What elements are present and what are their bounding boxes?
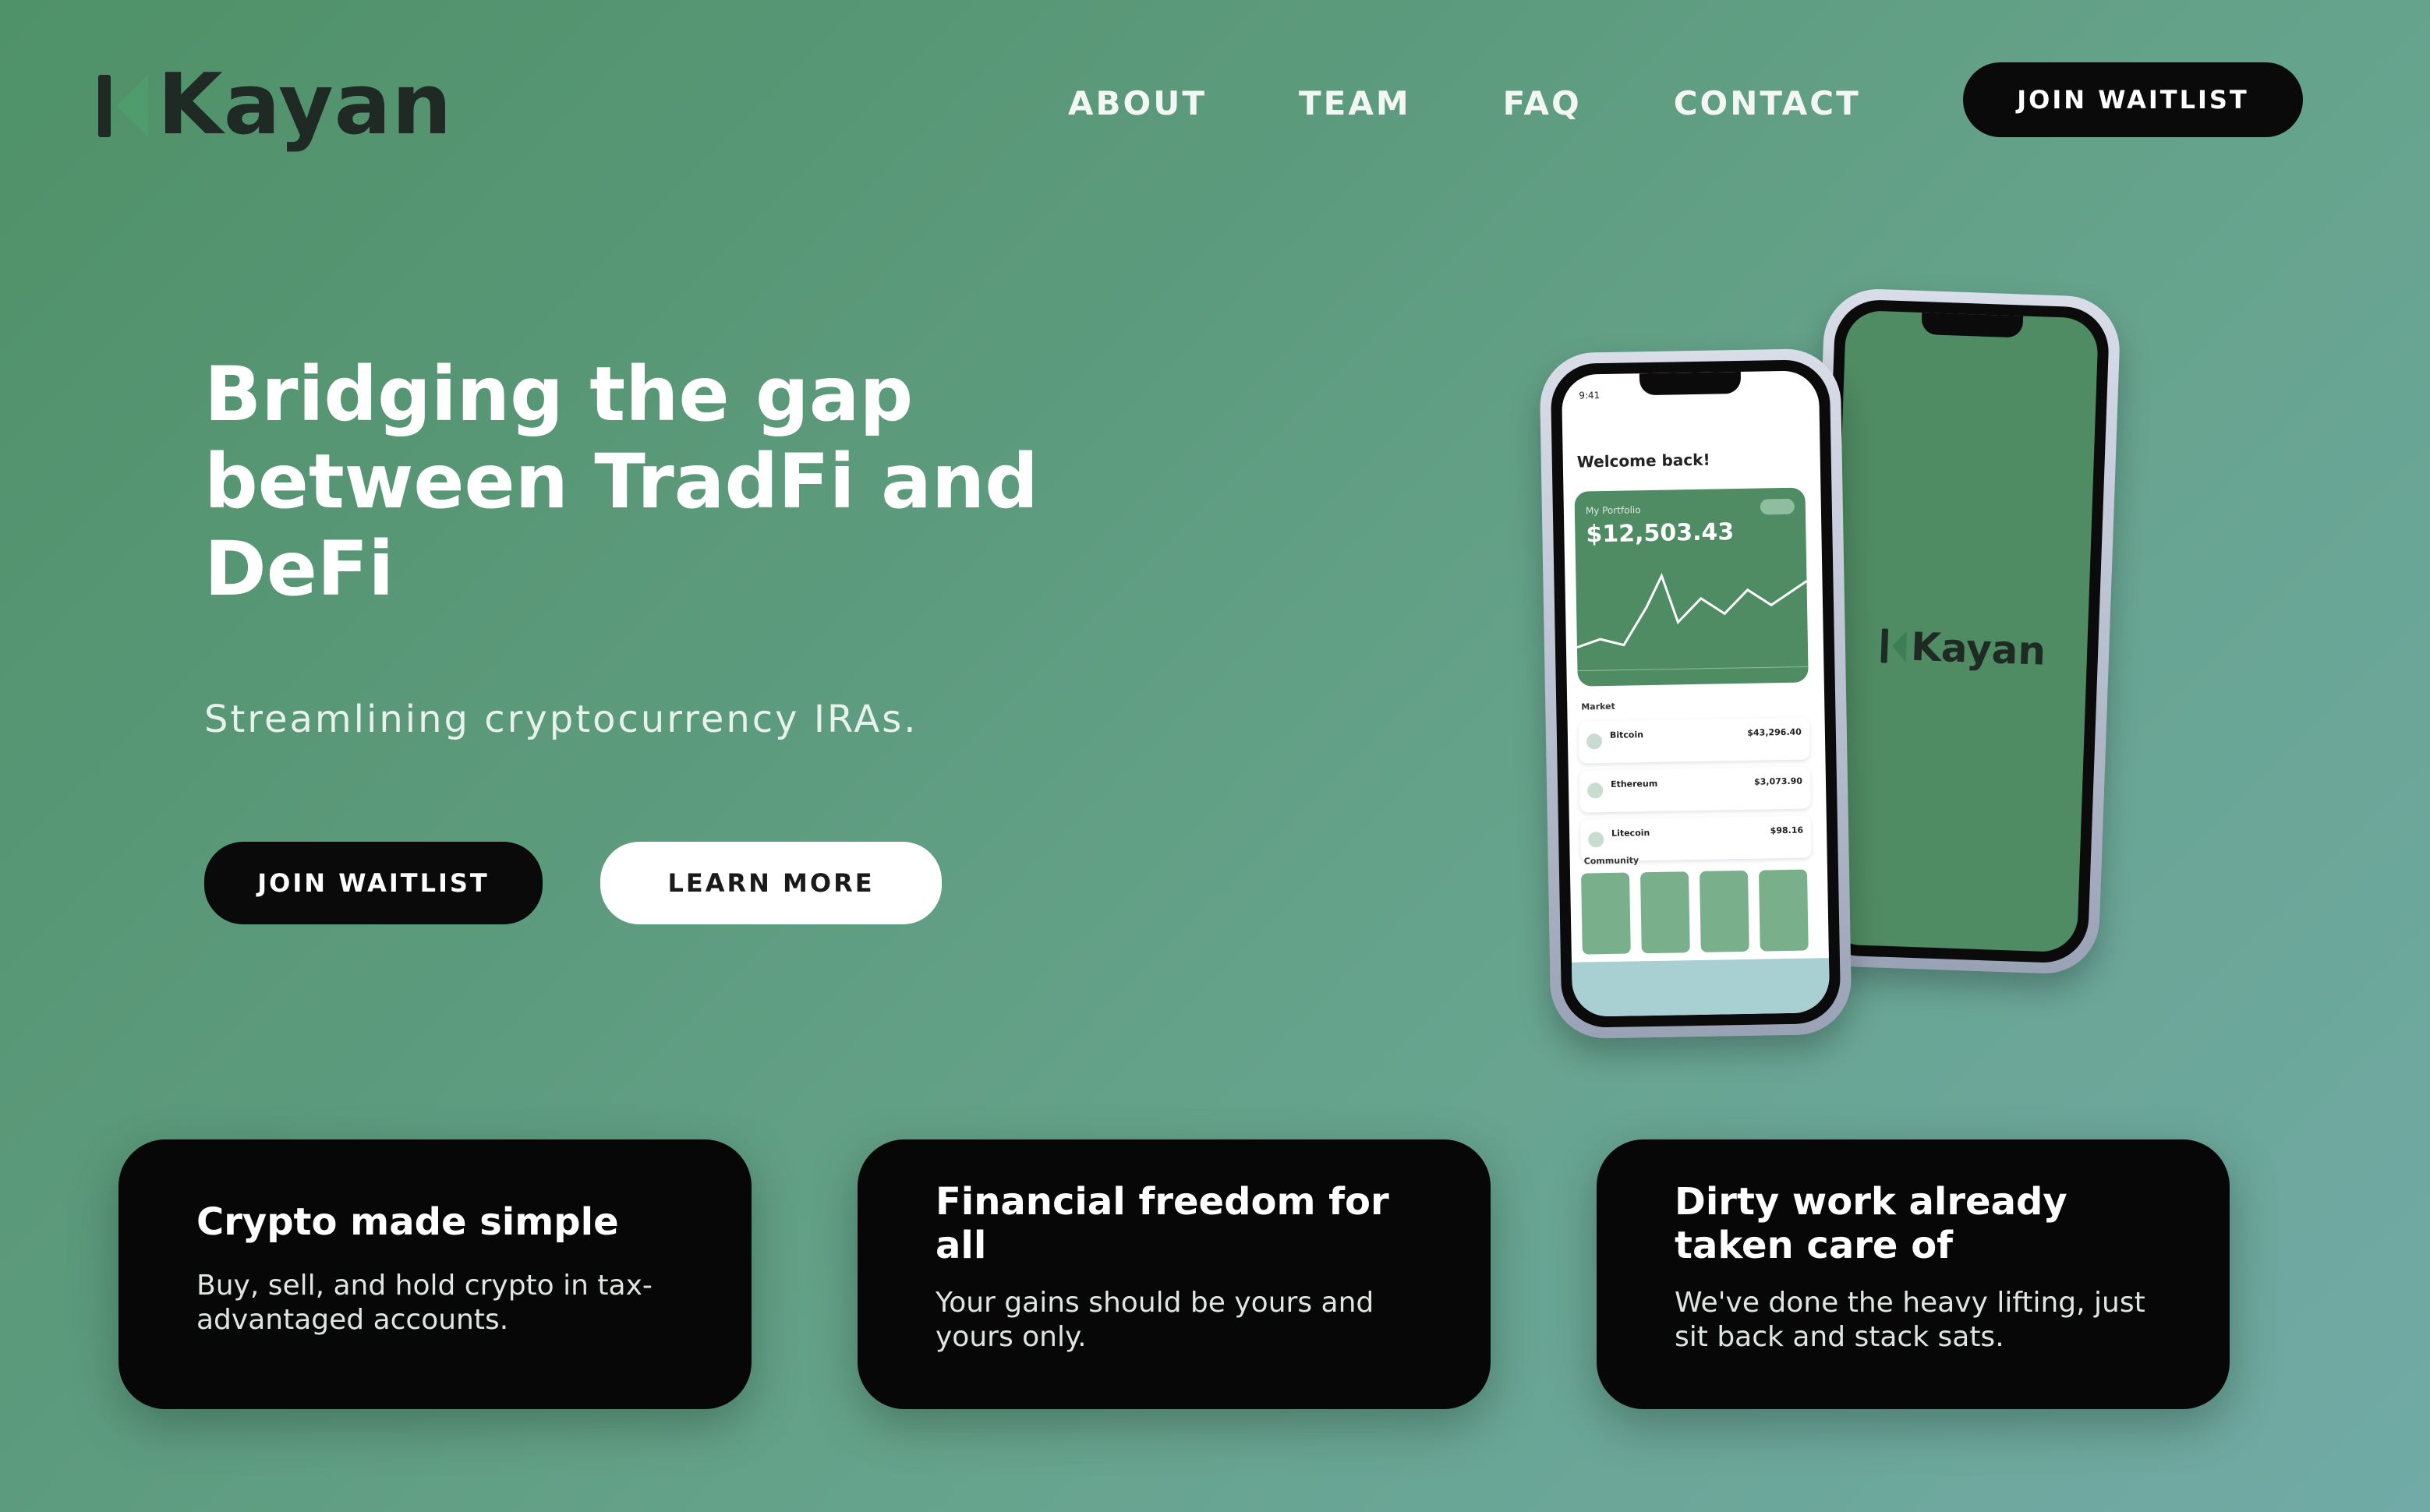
coin-icon — [1588, 832, 1604, 848]
phone-back-logo: Kayan — [1880, 623, 2046, 674]
community-tile — [1699, 870, 1749, 952]
phone-mockup-front: 9:41 Welcome back! My Portfolio $12,503.… — [1539, 348, 1852, 1040]
kayan-logo-icon — [95, 70, 151, 140]
community-section-label: Community — [1583, 855, 1639, 867]
brand-logo[interactable]: Kayan — [95, 62, 452, 148]
feature-title: Financial freedom for all — [936, 1180, 1389, 1267]
phone-bottom-bar — [1571, 958, 1830, 1017]
community-tile — [1758, 869, 1809, 952]
hero-learn-more-button[interactable]: LEARN MORE — [600, 842, 942, 924]
asset-row[interactable]: Ethereum $3,073.90 — [1579, 766, 1811, 813]
hero-title: Bridging the gap between TradFi and DeFi — [204, 351, 1038, 613]
phone-welcome-text: Welcome back! — [1576, 450, 1710, 472]
hero-join-waitlist-button[interactable]: JOIN WAITLIST — [204, 842, 543, 924]
nav-about-link[interactable]: ABOUT — [1068, 84, 1207, 122]
phone-mockup-back: Kayan — [1801, 287, 2122, 976]
feature-title: Crypto made simple — [196, 1200, 619, 1244]
asset-row[interactable]: Bitcoin $43,296.40 — [1578, 717, 1810, 764]
community-tiles — [1581, 869, 1820, 955]
market-section-label: Market — [1581, 701, 1615, 712]
nav-team-link[interactable]: TEAM — [1299, 84, 1411, 122]
coin-icon — [1586, 733, 1603, 750]
main-nav: ABOUT TEAM FAQ CONTACT — [1068, 84, 1861, 122]
nav-contact-link[interactable]: CONTACT — [1674, 84, 1861, 122]
feature-title: Dirty work already taken care of — [1675, 1180, 2067, 1267]
community-tile — [1581, 872, 1631, 955]
feature-card-crypto-simple: Crypto made simple Buy, sell, and hold c… — [118, 1139, 752, 1409]
feature-body: Buy, sell, and hold crypto in tax-advant… — [196, 1270, 653, 1336]
brand-name: Kayan — [157, 56, 453, 154]
nav-faq-link[interactable]: FAQ — [1503, 84, 1582, 122]
portfolio-card: My Portfolio $12,503.43 — [1574, 487, 1809, 687]
portfolio-sparkline-icon — [1576, 572, 1809, 672]
portfolio-value: $12,503.43 — [1586, 518, 1735, 549]
asset-row[interactable]: Litecoin $98.16 — [1579, 815, 1812, 862]
feature-card-financial-freedom: Financial freedom for all Your gains sho… — [858, 1139, 1491, 1409]
feature-body: Your gains should be yours and yours onl… — [936, 1287, 1374, 1353]
phone-time: 9:41 — [1579, 390, 1601, 401]
header-join-waitlist-button[interactable]: JOIN WAITLIST — [1963, 62, 2303, 137]
portfolio-label: My Portfolio — [1585, 504, 1641, 517]
portfolio-badge — [1760, 498, 1795, 515]
feature-body: We've done the heavy lifting, just sit b… — [1675, 1287, 2145, 1353]
community-tile — [1639, 871, 1690, 954]
hero-subtitle: Streamlining cryptocurrency IRAs. — [204, 698, 918, 741]
feature-card-dirty-work: Dirty work already taken care of We've d… — [1597, 1139, 2230, 1409]
coin-icon — [1586, 782, 1604, 799]
